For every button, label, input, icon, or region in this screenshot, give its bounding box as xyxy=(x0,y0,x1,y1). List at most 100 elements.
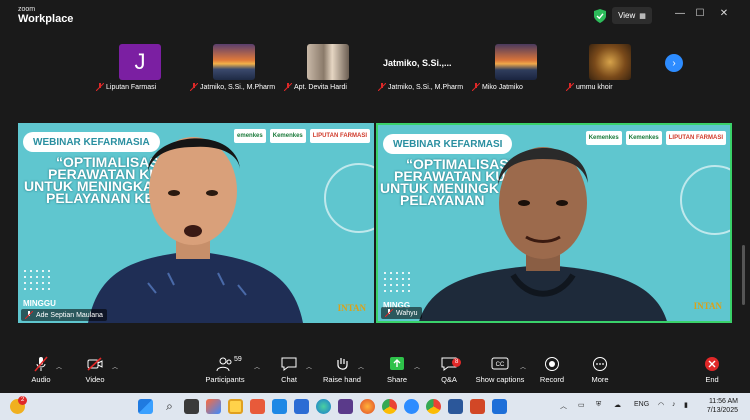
participants-count: 59 xyxy=(234,356,242,363)
powerpoint-icon[interactable] xyxy=(470,399,485,414)
mic-muted-icon xyxy=(378,83,386,91)
chat-button[interactable]: Chat xyxy=(276,356,302,384)
next-page-button[interactable]: › xyxy=(665,54,683,72)
sponsor-logo: INTAN xyxy=(693,301,722,311)
chevron-right-icon: › xyxy=(672,57,676,69)
shield-icon[interactable] xyxy=(594,9,606,23)
logo: LIPUTAN FARMASI xyxy=(665,131,726,145)
video-button[interactable]: Video xyxy=(80,356,110,384)
close-icon[interactable]: ✕ xyxy=(716,8,732,19)
mail-icon[interactable] xyxy=(294,399,309,414)
participant-tile[interactable]: ummu khoir xyxy=(563,38,657,92)
app-icon[interactable] xyxy=(338,399,353,414)
participant-display-name: Jatmiko, S.Si.,... xyxy=(383,58,452,68)
more-icon xyxy=(593,357,607,371)
system-clock[interactable]: 11:56 AM 7/13/2025 xyxy=(707,397,738,415)
chevron-up-icon[interactable]: ︿ xyxy=(112,362,118,371)
display-icon[interactable]: ▭ xyxy=(578,401,585,409)
language-indicator[interactable]: ENG xyxy=(634,401,649,408)
camera-off-icon xyxy=(87,357,103,371)
chevron-up-icon[interactable]: ︿ xyxy=(56,362,62,371)
participant-label: Jatmiko, S.Si., M.Pharm xyxy=(388,83,464,91)
speaker-video xyxy=(88,137,303,323)
logo: LIPUTAN FARMASI xyxy=(309,129,370,143)
participant-name: ummu khoir xyxy=(566,83,613,91)
title-bar: zoom Workplace View ▦ — ☐ ✕ xyxy=(0,0,750,32)
chat-label: Chat xyxy=(281,375,297,384)
show-captions-button[interactable]: CC Show captions xyxy=(475,356,525,384)
chrome-icon[interactable] xyxy=(382,399,397,414)
view-button[interactable]: View ▦ xyxy=(612,7,652,24)
participant-label: ummu khoir xyxy=(576,83,613,91)
audio-button[interactable]: Audio xyxy=(26,356,56,384)
record-button[interactable]: Record xyxy=(538,356,566,384)
chevron-up-icon[interactable]: ︿ xyxy=(306,362,312,371)
share-button[interactable]: Share xyxy=(384,356,410,384)
share-icon xyxy=(390,357,404,370)
sponsor-logo: INTAN xyxy=(337,303,366,313)
chat-icon xyxy=(281,357,297,371)
os-taskbar: 2 ⌕ ︿ ▭ ⛨ ☁ ENG ◠ ♪ ▮ 11:56 AM 7/13/2025 xyxy=(0,393,750,420)
video-tile[interactable]: WEBINAR KEFARMASIA emenkes Kemenkes LIPU… xyxy=(18,123,374,323)
mic-muted-icon xyxy=(25,311,33,319)
record-label: Record xyxy=(539,375,565,384)
word-icon[interactable] xyxy=(448,399,463,414)
captions-icon: CC xyxy=(491,357,509,370)
avatar-letter: J xyxy=(134,49,146,74)
decorative-dots xyxy=(22,268,52,294)
maximize-icon[interactable]: ☐ xyxy=(692,8,708,19)
participant-tile[interactable]: Miko Jatmiko xyxy=(469,38,563,92)
chrome-icon[interactable] xyxy=(426,399,441,414)
copilot-icon[interactable] xyxy=(206,399,221,414)
participant-tile[interactable]: Jatmiko, S.Si.,... Jatmiko, S.Si., M.Pha… xyxy=(375,38,469,92)
chevron-up-icon[interactable]: ︿ xyxy=(254,362,260,371)
zoom-icon[interactable] xyxy=(404,399,419,414)
participant-name: Jatmiko, S.Si., M.Pharm xyxy=(190,83,275,91)
video-name: Ade Septian Maulana xyxy=(36,311,103,319)
brand-small: zoom xyxy=(18,6,36,13)
volume-icon[interactable]: ♪ xyxy=(672,401,676,408)
task-view-icon[interactable] xyxy=(184,399,199,414)
avatar xyxy=(213,44,255,80)
windows-start-icon[interactable] xyxy=(138,399,153,414)
cloud-icon[interactable]: ☁ xyxy=(614,401,621,409)
wifi-icon[interactable]: ◠ xyxy=(658,401,664,409)
participant-name: Miko Jatmiko xyxy=(472,83,523,91)
participant-tile[interactable]: Jatmiko, S.Si., M.Pharm xyxy=(187,38,281,92)
video-tile-active-speaker[interactable]: WEBINAR KEFARMASI Kemenkes Kemenkes LIPU… xyxy=(376,123,732,323)
chevron-up-icon[interactable]: ︿ xyxy=(560,401,567,411)
end-button[interactable]: End xyxy=(700,356,724,384)
participant-tile[interactable]: Apt. Devita Hardi xyxy=(281,38,375,92)
scrollbar[interactable] xyxy=(742,245,745,305)
decorative-circle xyxy=(324,163,374,233)
search-icon[interactable]: ⌕ xyxy=(162,399,177,414)
store-icon[interactable] xyxy=(272,399,287,414)
participant-label: Jatmiko, S.Si., M.Pharm xyxy=(200,83,276,91)
app-icon[interactable] xyxy=(250,399,265,414)
record-icon xyxy=(545,357,559,371)
more-button[interactable]: More xyxy=(588,356,612,384)
firefox-icon[interactable] xyxy=(360,399,375,414)
edge-icon[interactable] xyxy=(316,399,331,414)
share-label: Share xyxy=(386,375,407,384)
video-name: Wahyu xyxy=(396,309,418,317)
participant-tile[interactable]: J Liputan Farmasi xyxy=(93,38,187,92)
mic-muted-icon xyxy=(385,309,393,317)
raise-hand-button[interactable]: Raise hand xyxy=(322,356,362,384)
participant-strip: J Liputan Farmasi Jatmiko, S.Si., M.Phar… xyxy=(0,34,750,92)
clock-date: 7/13/2025 xyxy=(706,407,738,414)
participant-name: Jatmiko, S.Si., M.Pharm xyxy=(378,83,463,91)
file-explorer-icon[interactable] xyxy=(228,399,243,414)
shield-icon[interactable]: ⛨ xyxy=(596,401,601,409)
app-icon[interactable] xyxy=(492,399,507,414)
chevron-up-icon[interactable]: ︿ xyxy=(414,362,420,371)
minimize-icon[interactable]: — xyxy=(672,8,688,19)
hand-icon xyxy=(337,358,348,370)
chevron-up-icon[interactable]: ︿ xyxy=(520,362,526,371)
battery-icon[interactable]: ▮ xyxy=(684,401,688,409)
raise-hand-label: Raise hand xyxy=(323,375,361,384)
avatar xyxy=(495,44,537,80)
chevron-up-icon[interactable]: ︿ xyxy=(358,362,364,371)
avatar xyxy=(307,44,349,80)
qa-label: Q&A xyxy=(441,375,457,384)
